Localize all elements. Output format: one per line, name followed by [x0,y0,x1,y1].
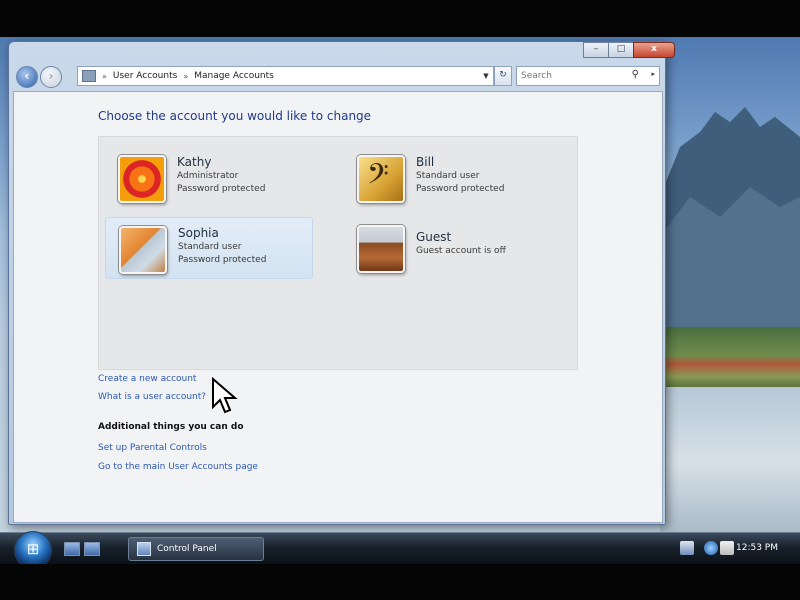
breadcrumb-manage-accounts[interactable]: Manage Accounts [194,71,274,81]
additional-things-heading: Additional things you can do [98,422,244,432]
briefcase-picture-icon [357,225,405,273]
breadcrumb-separator: » [102,71,107,81]
bass-clef-picture-icon: 𝄢 [357,155,405,203]
maximize-button[interactable]: □ [608,42,634,58]
switch-windows-icon[interactable] [84,542,100,556]
chevron-down-icon[interactable]: ▸ [651,70,655,78]
account-tile-guest[interactable]: Guest Guest account is off [344,217,550,277]
account-name: Bill [416,155,435,169]
security-icon[interactable] [704,541,718,555]
account-status: Password protected [177,184,266,194]
caption-buttons: – □ x [583,42,675,58]
close-button[interactable]: x [633,42,675,58]
minimize-button[interactable]: – [583,42,609,58]
clock[interactable]: 12:53 PM [736,543,778,553]
network-icon[interactable] [680,541,694,555]
account-tile-bill[interactable]: 𝄢 Bill Standard user Password protected [344,147,550,207]
account-type: Standard user [416,171,480,181]
back-arrow-icon[interactable]: ‹ [16,66,38,88]
field-image [660,327,800,389]
volume-icon[interactable] [720,541,734,555]
breadcrumb-user-accounts[interactable]: User Accounts [113,71,177,81]
account-status: Password protected [416,184,505,194]
account-name: Kathy [177,155,212,169]
taskbar-control-panel-button[interactable]: Control Panel [128,537,264,561]
letterbox-bottom [0,564,800,600]
flower-picture-icon [118,155,166,203]
account-tile-sophia[interactable]: Sophia Standard user Password protected [105,217,313,279]
parental-controls-link[interactable]: Set up Parental Controls [98,443,207,453]
refresh-icon[interactable]: ↻ [494,66,512,86]
what-is-user-account-link[interactable]: What is a user account? [98,392,206,402]
forward-arrow-icon[interactable]: › [40,66,62,88]
account-list: Kathy Administrator Password protected 𝄢… [98,136,578,370]
page-title: Choose the account you would like to cha… [98,109,372,123]
lake-image [660,387,800,532]
address-bar[interactable]: » User Accounts » Manage Accounts ▼ [77,66,494,86]
letterbox-top [0,0,800,37]
autumn-leaf-picture-icon [119,226,167,274]
main-content: Choose the account you would like to cha… [13,91,663,523]
control-panel-window: – □ x ‹ › » User Accounts » Manage Accou… [8,41,675,525]
create-account-link[interactable]: Create a new account [98,374,196,384]
account-type: Administrator [177,171,239,181]
account-tile-kathy[interactable]: Kathy Administrator Password protected [105,147,311,207]
control-panel-icon [137,542,151,556]
navigation-bar: ‹ › » User Accounts » Manage Accounts ▼ … [13,64,661,88]
account-name: Guest [416,230,452,244]
taskbar: ⊞ Control Panel 12:53 PM [0,531,800,569]
search-icon[interactable]: ⚲ [632,69,639,80]
mountain-image [660,107,800,337]
taskbar-button-label: Control Panel [157,544,217,554]
account-type: Standard user [178,242,242,252]
breadcrumb-separator: » [183,71,189,81]
screen: – □ x ‹ › » User Accounts » Manage Accou… [0,0,800,600]
account-type: Guest account is off [416,246,506,256]
chevron-down-icon[interactable]: ▼ [479,72,493,80]
search-box[interactable]: ⚲ ▸ [516,66,660,86]
account-status: Password protected [178,255,267,265]
account-name: Sophia [178,226,219,240]
show-desktop-icon[interactable] [64,542,80,556]
control-panel-icon [82,70,96,82]
main-user-accounts-link[interactable]: Go to the main User Accounts page [98,462,258,472]
search-input[interactable] [517,67,635,85]
mouse-pointer-icon [212,377,238,414]
